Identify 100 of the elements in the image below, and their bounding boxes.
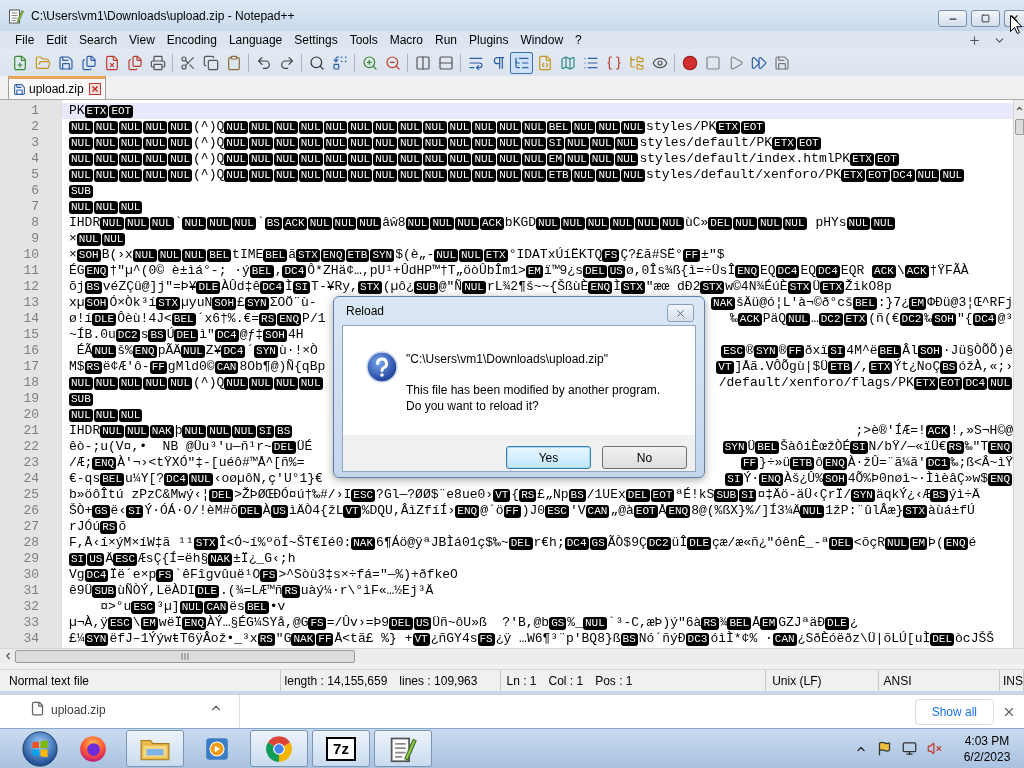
taskbar-button[interactable] bbox=[250, 730, 308, 767]
control-char: NUL bbox=[168, 376, 193, 390]
minimize-button[interactable] bbox=[938, 10, 967, 27]
control-char: BS bbox=[264, 216, 282, 230]
code-text: Ü bbox=[747, 439, 756, 455]
control-char: ENQ bbox=[822, 456, 847, 470]
control-char: ETX bbox=[850, 152, 874, 166]
vertical-scrollbar[interactable] bbox=[1013, 100, 1024, 648]
code-text: ÉÃ bbox=[75, 343, 93, 359]
menu-item[interactable]: Language bbox=[222, 32, 289, 48]
control-char: NUL bbox=[69, 408, 93, 422]
code-text: µ¬À,ÿ bbox=[69, 615, 108, 631]
code-text: =/Ûv›=Þ9 bbox=[326, 615, 390, 631]
control-char: NUL bbox=[397, 168, 422, 182]
code-text: 6¶Áö@ÿªJBÌá01ç$‰~ bbox=[376, 535, 509, 551]
control-char: ESC bbox=[721, 344, 746, 358]
code-text: Ïë´e×p bbox=[109, 567, 157, 583]
control-char: DEL bbox=[271, 440, 296, 454]
control-char: BEL bbox=[852, 296, 877, 310]
control-char: ETX bbox=[483, 248, 508, 262]
plus-icon[interactable] bbox=[968, 33, 981, 47]
control-char: NUL bbox=[373, 152, 397, 166]
scroll-up-icon[interactable] bbox=[1014, 104, 1024, 113]
control-char: BEL bbox=[263, 248, 288, 262]
menu-item[interactable]: Encoding bbox=[160, 32, 223, 48]
code-text: Ú bbox=[166, 327, 175, 343]
menu-item[interactable]: View bbox=[123, 32, 161, 48]
control-char: NUL bbox=[462, 280, 486, 294]
control-char: ENQ bbox=[92, 456, 117, 470]
code-text: × bbox=[69, 231, 77, 247]
line-number: 24 bbox=[23, 471, 39, 487]
menu-item[interactable]: Macro bbox=[383, 32, 429, 48]
line-number: 1 bbox=[31, 103, 39, 119]
control-char: NUL bbox=[93, 408, 118, 422]
dialog-message: This file has been modified by another program. bbox=[406, 382, 661, 398]
flag-icon[interactable] bbox=[877, 741, 892, 756]
control-char: STX bbox=[903, 504, 928, 518]
close-icon[interactable] bbox=[88, 83, 101, 95]
code-text: Ì bbox=[613, 279, 621, 295]
menu-item[interactable]: Window bbox=[514, 32, 570, 48]
control-char: RS bbox=[946, 440, 964, 454]
code-text: Å<tã£ %} + bbox=[334, 631, 413, 647]
line-number: 9 bbox=[31, 231, 39, 247]
control-char: EOT bbox=[874, 152, 899, 166]
start-button[interactable] bbox=[20, 729, 60, 768]
control-char: EOT bbox=[865, 168, 890, 182]
monitor-icon[interactable] bbox=[902, 741, 917, 756]
speaker-muted-icon[interactable] bbox=[927, 741, 942, 756]
control-char: GS bbox=[92, 504, 110, 518]
control-char: DC2 bbox=[646, 536, 671, 550]
menu-item[interactable]: Settings bbox=[288, 32, 344, 48]
menu-item[interactable]: Edit bbox=[40, 32, 74, 48]
code-text: ës bbox=[229, 599, 245, 615]
code-text: ~ÍB.0u bbox=[69, 327, 116, 343]
scroll-thumb[interactable] bbox=[15, 649, 355, 663]
dialog-button[interactable]: No bbox=[602, 446, 687, 469]
maximize-button[interactable] bbox=[971, 10, 1000, 27]
taskbar-button[interactable]: 7z bbox=[312, 730, 370, 767]
control-char: RS bbox=[519, 488, 537, 502]
code-text: ¿SðÈóëðz\Ü|õLÚ[uÌ bbox=[797, 631, 931, 647]
menu-item[interactable]: Run bbox=[429, 32, 464, 48]
show-all-button[interactable]: Show all bbox=[914, 699, 994, 725]
menu-item[interactable]: Search bbox=[73, 32, 124, 48]
menu-item[interactable]: File bbox=[9, 32, 41, 48]
code-text: À bbox=[262, 503, 271, 519]
taskbar-button[interactable] bbox=[374, 730, 432, 767]
control-char: DC4 bbox=[564, 536, 589, 550]
file-tab[interactable]: upload.zip bbox=[8, 76, 106, 99]
code-text: ë‹ bbox=[110, 503, 127, 519]
control-char: NUL bbox=[224, 376, 249, 390]
code-text: Å bbox=[752, 615, 761, 631]
code-text: rL¾2¶š~~{ŠßùÈ bbox=[486, 279, 589, 295]
code-text: { bbox=[511, 487, 520, 503]
control-char: BS bbox=[930, 488, 948, 502]
control-char: NUL bbox=[298, 376, 323, 390]
control-char: ENQ bbox=[455, 504, 480, 518]
toolbar-button[interactable] bbox=[510, 51, 533, 74]
control-char: SI bbox=[126, 504, 144, 518]
control-char: BEL bbox=[546, 120, 571, 134]
code-file-icon bbox=[536, 54, 553, 71]
menu-item[interactable]: ? bbox=[569, 32, 588, 48]
scroll-thumb[interactable] bbox=[1015, 119, 1024, 135]
close-icon[interactable] bbox=[1002, 705, 1016, 719]
horizontal-scrollbar[interactable] bbox=[0, 648, 1024, 663]
control-char: NUL bbox=[323, 120, 348, 134]
code-text: ìÄÒ4{žL bbox=[288, 503, 344, 519]
code-text: }÷»ü bbox=[759, 455, 791, 471]
dialog-button[interactable]: Yes bbox=[506, 446, 591, 469]
code-text: „@à bbox=[610, 503, 634, 519]
menu-item[interactable]: Plugins bbox=[463, 32, 515, 48]
menu-item[interactable]: Tools bbox=[343, 32, 384, 48]
line-number: 32 bbox=[23, 599, 39, 615]
control-char: NAK bbox=[149, 424, 174, 438]
download-file-name[interactable]: upload.zip bbox=[51, 701, 106, 719]
control-char: NUL bbox=[118, 408, 143, 422]
control-char: NUL bbox=[800, 504, 825, 518]
clock-time[interactable]: 4:03 PM bbox=[964, 732, 1010, 749]
clock-date[interactable]: 6/2/2023 bbox=[963, 748, 1011, 765]
control-char: NUL bbox=[988, 376, 1012, 390]
scissors-icon bbox=[179, 54, 196, 71]
